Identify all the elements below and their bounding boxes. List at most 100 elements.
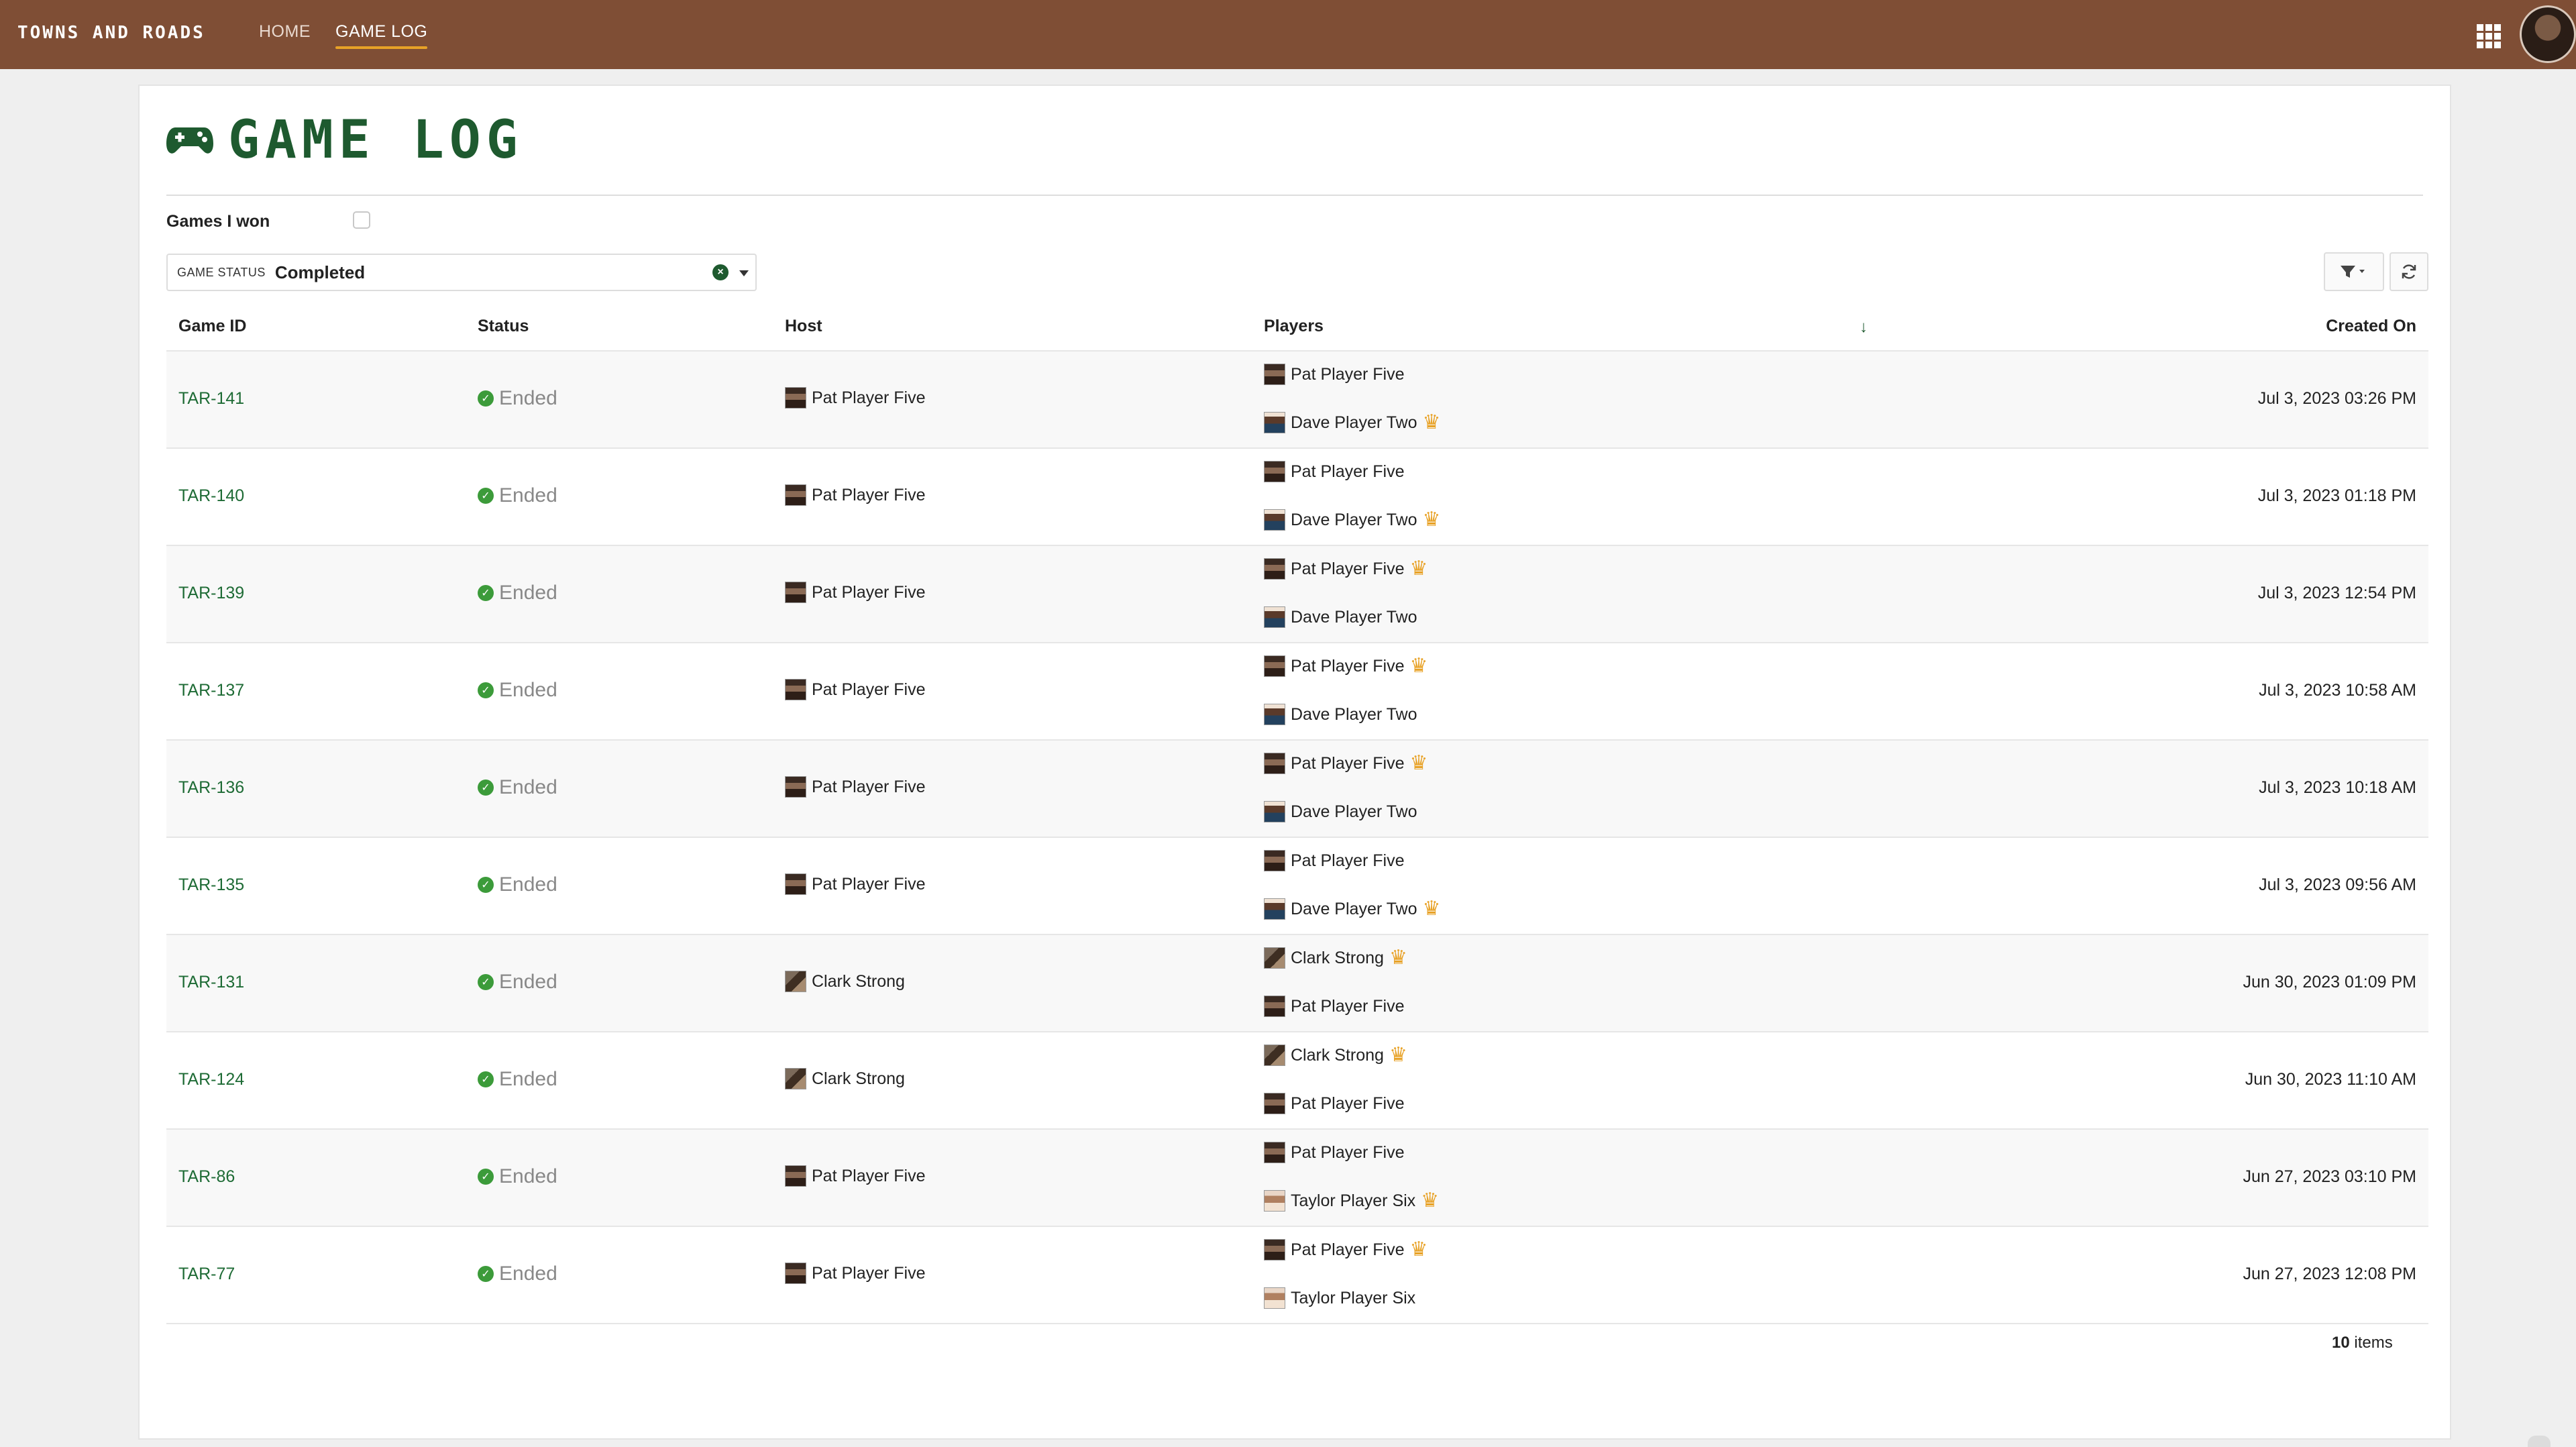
check-circle-icon: ✓ [478, 877, 494, 893]
column-header-created-on[interactable]: Created On [2326, 317, 2416, 336]
game-status-label: GAME STATUS [177, 265, 266, 279]
host-name: Pat Player Five [812, 582, 926, 602]
created-on-cell: Jul 3, 2023 10:18 AM [2259, 778, 2416, 797]
page-header: GAME LOG [166, 114, 523, 166]
avatar [1264, 1044, 1285, 1066]
host-name: Pat Player Five [812, 485, 926, 504]
check-circle-icon: ✓ [478, 488, 494, 504]
avatar [785, 971, 806, 992]
games-won-checkbox[interactable] [353, 211, 370, 229]
game-id-link[interactable]: TAR-141 [178, 389, 244, 409]
crown-icon: ♛ [1422, 898, 1441, 920]
player-entry: Dave Player Two ♛ [1264, 412, 1440, 433]
table-row[interactable]: TAR-86 ✓ Ended Pat Player Five Pat Player… [166, 1130, 2428, 1227]
game-id-link[interactable]: TAR-86 [178, 1167, 235, 1187]
host-cell: Pat Player Five [785, 582, 926, 603]
player-name: Dave Player Two [1291, 704, 1417, 724]
avatar [1264, 1190, 1285, 1212]
player-entry: Pat Player Five ♛ [1264, 1239, 1428, 1261]
column-header-host[interactable]: Host [785, 317, 822, 336]
table-row[interactable]: TAR-137 ✓ Ended Pat Player Five Pat Playe… [166, 643, 2428, 741]
player-name: Dave Player Two [1291, 413, 1417, 432]
clear-filter-icon[interactable]: × [712, 264, 729, 280]
game-id-link[interactable]: TAR-140 [178, 486, 244, 506]
column-header-players[interactable]: Players [1264, 317, 1324, 336]
avatar [1264, 461, 1285, 482]
game-id-link[interactable]: TAR-139 [178, 584, 244, 603]
page-title: GAME LOG [228, 110, 523, 170]
avatar [1264, 947, 1285, 969]
status-cell: ✓ Ended [478, 484, 557, 507]
player-name: Pat Player Five [1291, 996, 1405, 1016]
player-entry: Dave Player Two ♛ [1264, 898, 1440, 920]
nav-game-log[interactable]: GAME LOG [335, 22, 428, 49]
refresh-icon [2402, 264, 2416, 279]
avatar [1264, 509, 1285, 531]
chevron-down-icon[interactable] [739, 270, 749, 276]
status-cell: ✓ Ended [478, 1068, 557, 1091]
table-row[interactable]: TAR-140 ✓ Ended Pat Player Five Pat Playe… [166, 449, 2428, 546]
table-row[interactable]: TAR-124 ✓ Ended Clark Strong Clark Strong… [166, 1032, 2428, 1130]
player-entry: Taylor Player Six [1264, 1287, 1415, 1309]
table-row[interactable]: TAR-141 ✓ Ended Pat Player Five Pat Playe… [166, 352, 2428, 449]
player-entry: Pat Player Five ♛ [1264, 655, 1428, 677]
nav-home[interactable]: HOME [259, 22, 311, 42]
filter-menu-button[interactable] [2324, 252, 2384, 291]
avatar [785, 484, 806, 506]
created-on-cell: Jun 27, 2023 12:08 PM [2243, 1265, 2416, 1283]
player-name: Clark Strong [1291, 948, 1384, 967]
created-on-cell: Jun 30, 2023 11:10 AM [2245, 1070, 2416, 1089]
column-header-status[interactable]: Status [478, 317, 529, 336]
avatar [1264, 1239, 1285, 1261]
table-row[interactable]: TAR-139 ✓ Ended Pat Player Five Pat Playe… [166, 546, 2428, 643]
top-bar: TOWNS AND ROADS HOME GAME LOG [0, 0, 2576, 69]
brand-logo[interactable]: TOWNS AND ROADS [17, 23, 205, 43]
host-cell: Clark Strong [785, 1068, 905, 1089]
status-text: Ended [499, 484, 557, 506]
status-cell: ✓ Ended [478, 582, 557, 604]
player-entry: Pat Player Five [1264, 996, 1405, 1017]
game-id-link[interactable]: TAR-135 [178, 875, 244, 895]
game-status-select[interactable]: GAME STATUS Completed × [166, 254, 757, 291]
game-status-value: Completed [274, 262, 366, 282]
player-name: Pat Player Five [1291, 851, 1405, 870]
game-log-card: GAME LOG Games I won GAME STATUS Complet… [138, 85, 2451, 1440]
player-name: Taylor Player Six [1291, 1191, 1416, 1210]
host-cell: Pat Player Five [785, 679, 926, 700]
user-avatar[interactable] [2520, 5, 2576, 63]
status-text: Ended [499, 387, 557, 409]
avatar [1264, 606, 1285, 628]
host-name: Pat Player Five [812, 777, 926, 796]
game-id-link[interactable]: TAR-77 [178, 1265, 235, 1284]
host-name: Clark Strong [812, 1069, 905, 1088]
game-id-link[interactable]: TAR-137 [178, 681, 244, 700]
avatar [785, 387, 806, 409]
player-name: Pat Player Five [1291, 1093, 1405, 1113]
apps-grid-icon[interactable] [2477, 24, 2501, 48]
table-row[interactable]: TAR-135 ✓ Ended Pat Player Five Pat Playe… [166, 838, 2428, 935]
table-row[interactable]: TAR-131 ✓ Ended Clark Strong Clark Strong… [166, 935, 2428, 1032]
avatar [785, 776, 806, 798]
avatar [785, 679, 806, 700]
game-id-link[interactable]: TAR-131 [178, 973, 244, 992]
gamepad-icon [166, 127, 213, 154]
sort-arrow-down-icon[interactable]: ↓ [1860, 318, 1868, 337]
crown-icon: ♛ [1389, 947, 1407, 969]
game-log-table: Game ID Status Host Players ↓ Created On… [166, 301, 2428, 1324]
item-count-number: 10 [2332, 1334, 2350, 1352]
refresh-button[interactable] [2390, 252, 2428, 291]
avatar [1264, 412, 1285, 433]
player-name: Pat Player Five [1291, 753, 1405, 773]
created-on-cell: Jun 27, 2023 03:10 PM [2243, 1167, 2416, 1186]
game-id-link[interactable]: TAR-124 [178, 1070, 244, 1089]
crown-icon: ♛ [1409, 1238, 1428, 1261]
player-entry: Pat Player Five [1264, 1142, 1405, 1163]
game-id-link[interactable]: TAR-136 [178, 778, 244, 798]
table-row[interactable]: TAR-136 ✓ Ended Pat Player Five Pat Playe… [166, 741, 2428, 838]
status-cell: ✓ Ended [478, 1165, 557, 1188]
column-header-game-id[interactable]: Game ID [178, 317, 246, 336]
table-row[interactable]: TAR-77 ✓ Ended Pat Player Five Pat Player… [166, 1227, 2428, 1324]
player-name: Pat Player Five [1291, 656, 1405, 676]
crown-icon: ♛ [1389, 1044, 1407, 1066]
corner-widget[interactable] [2528, 1436, 2551, 1447]
